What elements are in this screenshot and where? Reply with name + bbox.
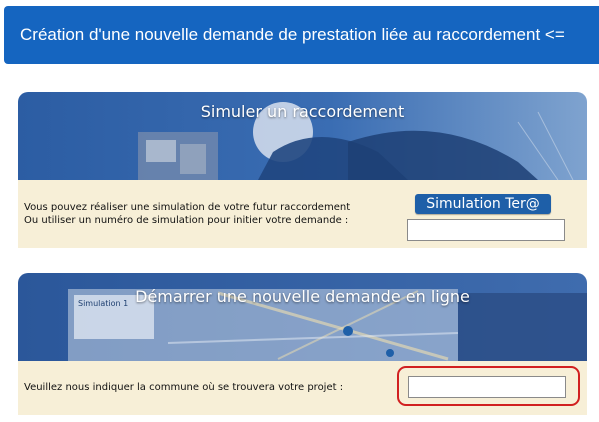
new-request-panel: Simulation 1 Démarrer une nouvelle deman…: [18, 273, 587, 415]
new-request-panel-body: Veuillez nous indiquer la commune où se …: [18, 361, 587, 415]
commune-prompt: Veuillez nous indiquer la commune où se …: [24, 382, 344, 393]
simulation-panel-title: Simuler un raccordement: [200, 102, 405, 121]
simulation-panel: Simuler un raccordement Vous pouvez réal…: [18, 92, 587, 248]
simulation-panel-body: Vous pouvez réaliser une simulation de v…: [18, 180, 587, 248]
new-request-panel-title: Démarrer une nouvelle demande en ligne: [135, 287, 470, 306]
map-pin-icon: [343, 326, 353, 336]
simulation-number-input[interactable]: [407, 219, 565, 241]
simulation-tera-button[interactable]: Simulation Ter@: [415, 194, 551, 214]
simulation-banner: Simuler un raccordement: [18, 92, 587, 180]
new-request-banner: Simulation 1 Démarrer une nouvelle deman…: [18, 273, 587, 361]
simulation-info-line-1: Vous pouvez réaliser une simulation de v…: [24, 202, 351, 213]
map-pin-icon: [386, 349, 394, 357]
page-title: Création d'une nouvelle demande de prest…: [20, 25, 565, 44]
page-header: Création d'une nouvelle demande de prest…: [4, 6, 599, 64]
simulation-info-line-2: Ou utiliser un numéro de simulation pour…: [24, 215, 349, 226]
commune-input[interactable]: [408, 376, 566, 398]
